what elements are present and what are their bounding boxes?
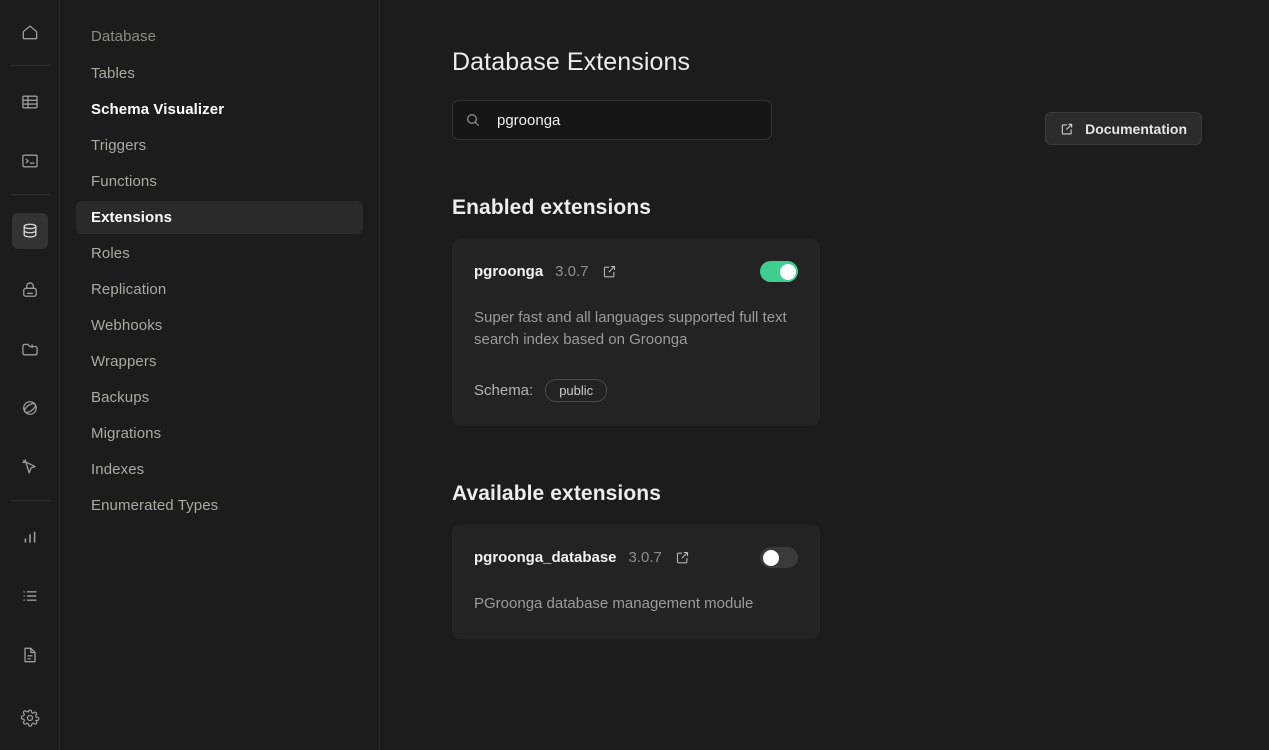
extension-toggle-pgroonga-database[interactable] xyxy=(760,547,798,568)
sidebar-item-migrations[interactable]: Migrations xyxy=(76,417,363,450)
reports-chart-icon[interactable] xyxy=(12,519,48,555)
extension-name: pgroonga_database xyxy=(474,549,617,566)
extension-schema-row: Schema: public xyxy=(474,379,798,402)
extension-version: 3.0.7 xyxy=(628,549,662,566)
toggle-knob xyxy=(762,549,779,566)
primary-icon-rail xyxy=(0,0,60,750)
documentation-button[interactable]: Documentation xyxy=(1045,112,1202,145)
search-box[interactable] xyxy=(452,100,772,140)
database-sidebar: Database Tables Schema Visualizer Trigge… xyxy=(60,0,380,750)
sidebar-item-tables[interactable]: Tables xyxy=(76,57,363,90)
rail-divider xyxy=(9,194,50,195)
extension-toggle-pgroonga[interactable] xyxy=(760,261,798,282)
rail-divider xyxy=(9,65,50,66)
sidebar-item-replication[interactable]: Replication xyxy=(76,273,363,306)
sidebar-item-backups[interactable]: Backups xyxy=(76,381,363,414)
database-icon[interactable] xyxy=(11,213,48,249)
extension-card-header: pgroonga 3.0.7 xyxy=(474,261,798,282)
sql-editor-icon[interactable] xyxy=(12,143,48,179)
toggle-knob xyxy=(779,263,796,280)
app-root: Database Tables Schema Visualizer Trigge… xyxy=(0,0,1269,750)
sidebar-item-webhooks[interactable]: Webhooks xyxy=(76,309,363,342)
extension-card-header: pgroonga_database 3.0.7 xyxy=(474,547,798,568)
realtime-cursor-icon[interactable] xyxy=(12,449,48,485)
schema-label: Schema: xyxy=(474,382,534,399)
rail-divider xyxy=(9,500,50,501)
external-link-icon[interactable] xyxy=(602,264,617,279)
page-title: Database Extensions xyxy=(452,48,691,76)
auth-lock-icon[interactable] xyxy=(12,272,48,308)
external-link-icon[interactable] xyxy=(675,550,690,565)
documentation-button-label: Documentation xyxy=(1085,120,1187,137)
extension-name: pgroonga xyxy=(474,263,544,280)
sidebar-item-triggers[interactable]: Triggers xyxy=(76,129,363,162)
extension-description: Super fast and all languages supported f… xyxy=(474,309,787,348)
external-link-icon xyxy=(1060,122,1074,136)
extension-version: 3.0.7 xyxy=(555,263,589,280)
home-icon[interactable] xyxy=(12,14,48,50)
sidebar-item-functions[interactable]: Functions xyxy=(76,165,363,198)
sidebar-item-wrappers[interactable]: Wrappers xyxy=(76,345,363,378)
api-docs-icon[interactable] xyxy=(12,637,48,673)
sidebar-item-schema-visualizer[interactable]: Schema Visualizer xyxy=(76,93,363,126)
settings-gear-icon[interactable] xyxy=(12,700,48,736)
table-editor-icon[interactable] xyxy=(12,84,48,120)
sidebar-group-title: Database xyxy=(91,28,157,45)
available-extensions-title: Available extensions xyxy=(452,482,661,505)
edge-functions-icon[interactable] xyxy=(12,390,48,426)
extension-card-pgroonga-database[interactable]: pgroonga_database 3.0.7 PGroonga databas… xyxy=(452,525,820,639)
sidebar-item-extensions[interactable]: Extensions xyxy=(76,201,363,234)
sidebar-item-roles[interactable]: Roles xyxy=(76,237,363,270)
sidebar-item-indexes[interactable]: Indexes xyxy=(76,453,363,486)
sidebar-item-enumerated-types[interactable]: Enumerated Types xyxy=(76,489,363,522)
extension-card-pgroonga[interactable]: pgroonga 3.0.7 Super fast and all langua… xyxy=(452,239,820,426)
storage-folder-icon[interactable] xyxy=(12,331,48,367)
enabled-extensions-title: Enabled extensions xyxy=(452,196,652,219)
schema-badge: public xyxy=(545,379,608,402)
search-input[interactable] xyxy=(497,111,759,129)
main-content: Database Extensions Documentation Enable… xyxy=(380,0,1269,750)
search-icon xyxy=(465,112,481,128)
extension-description: PGroonga database management module xyxy=(474,595,754,612)
logs-list-icon[interactable] xyxy=(12,578,48,614)
